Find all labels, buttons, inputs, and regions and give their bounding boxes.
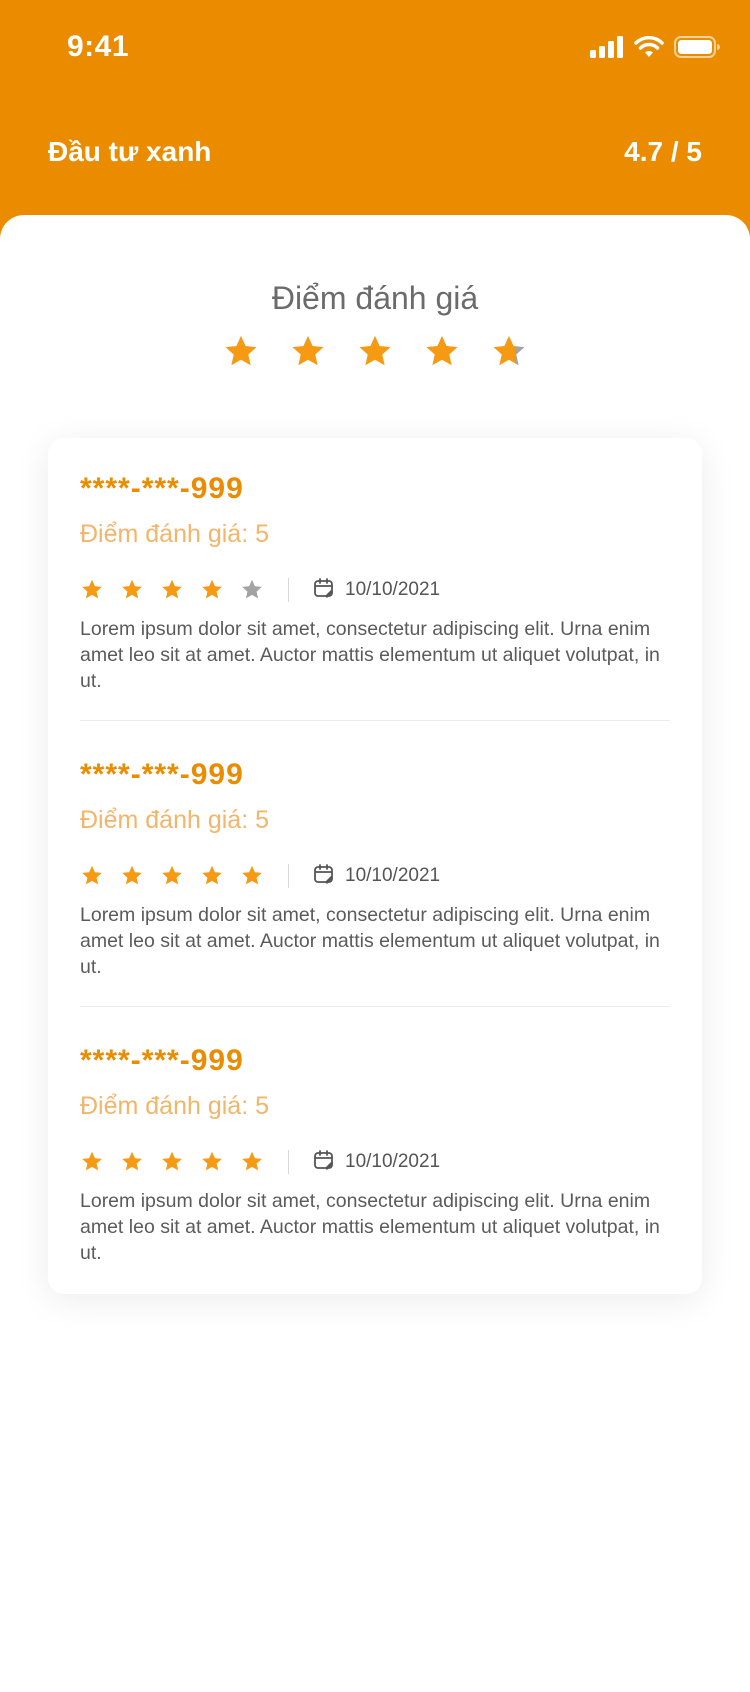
meta-divider bbox=[288, 864, 289, 888]
review-text: Lorem ipsum dolor sit amet, consectetur … bbox=[80, 618, 660, 692]
star-filled-icon bbox=[162, 579, 182, 599]
review-stars bbox=[80, 578, 264, 602]
star-filled-icon bbox=[359, 335, 391, 366]
star-filled-icon bbox=[202, 579, 222, 599]
calendar-icon bbox=[313, 863, 335, 890]
calendar-icon bbox=[313, 1149, 335, 1176]
star-filled-icon bbox=[292, 335, 324, 366]
overall-rating-stars bbox=[0, 333, 750, 371]
review-meta: 10/10/2021 bbox=[80, 576, 670, 604]
status-icons bbox=[590, 32, 720, 62]
star-filled-icon bbox=[122, 579, 142, 599]
star-filled-icon bbox=[202, 1151, 222, 1171]
review-item: ****-***-999 Điểm đánh giá: 5 10/10/2021… bbox=[80, 468, 670, 694]
review-meta: 10/10/2021 bbox=[80, 862, 670, 890]
review-text: Lorem ipsum dolor sit amet, consectetur … bbox=[80, 904, 660, 978]
header-title-row: Đầu tư xanh 4.7 / 5 bbox=[48, 136, 702, 168]
star-filled-icon bbox=[242, 1151, 262, 1171]
star-filled-icon bbox=[122, 865, 142, 885]
review-meta: 10/10/2021 bbox=[80, 1148, 670, 1176]
star-filled-icon bbox=[82, 1151, 102, 1171]
star-filled-icon bbox=[225, 335, 257, 366]
overall-rating-title: Điểm đánh giá bbox=[271, 280, 479, 316]
reviews-card: ****-***-999 Điểm đánh giá: 5 10/10/2021… bbox=[48, 438, 702, 1294]
reviewer-name: ****-***-999 bbox=[80, 472, 244, 505]
page-title: Đầu tư xanh bbox=[48, 136, 212, 167]
meta-divider bbox=[288, 1150, 289, 1174]
calendar-icon bbox=[313, 577, 335, 604]
star-empty-icon bbox=[242, 579, 262, 599]
reviewer-name: ****-***-999 bbox=[80, 758, 244, 791]
star-partial-icon bbox=[493, 335, 525, 366]
star-filled-icon bbox=[82, 579, 102, 599]
cellular-signal-icon bbox=[590, 36, 623, 58]
wifi-icon bbox=[634, 36, 664, 57]
header-rating: 4.7 / 5 bbox=[624, 136, 702, 167]
review-score-label: Điểm đánh giá: 5 bbox=[80, 1092, 270, 1120]
star-filled-icon bbox=[82, 865, 102, 885]
review-item: ****-***-999 Điểm đánh giá: 5 10/10/2021… bbox=[80, 754, 670, 980]
star-filled-icon bbox=[242, 865, 262, 885]
star-filled-icon bbox=[426, 335, 458, 366]
reviewer-name: ****-***-999 bbox=[80, 1044, 244, 1077]
review-score-label: Điểm đánh giá: 5 bbox=[80, 520, 270, 548]
review-stars bbox=[80, 864, 264, 888]
status-time: 9:41 bbox=[67, 30, 130, 63]
star-filled-icon bbox=[122, 1151, 142, 1171]
review-separator bbox=[80, 1006, 670, 1007]
app-header: 9:41 Đầu tư xanh 4.7 / 5 bbox=[0, 0, 750, 240]
meta-divider bbox=[288, 578, 289, 602]
review-date: 10/10/2021 bbox=[345, 865, 441, 886]
review-text: Lorem ipsum dolor sit amet, consectetur … bbox=[80, 1190, 660, 1264]
review-date: 10/10/2021 bbox=[345, 1151, 441, 1172]
review-stars bbox=[80, 1150, 264, 1174]
battery-icon bbox=[674, 36, 720, 58]
review-item: ****-***-999 Điểm đánh giá: 5 10/10/2021… bbox=[80, 1040, 670, 1266]
review-separator bbox=[80, 720, 670, 721]
review-score-label: Điểm đánh giá: 5 bbox=[80, 806, 270, 834]
review-date: 10/10/2021 bbox=[345, 579, 441, 600]
star-filled-icon bbox=[202, 865, 222, 885]
star-filled-icon bbox=[162, 865, 182, 885]
star-filled-icon bbox=[162, 1151, 182, 1171]
